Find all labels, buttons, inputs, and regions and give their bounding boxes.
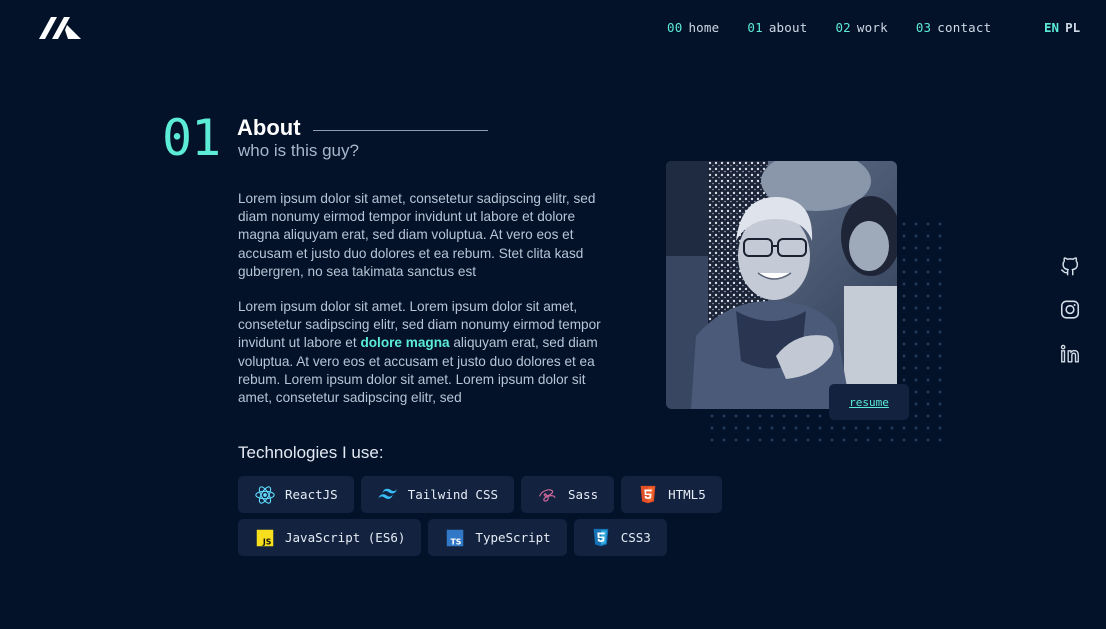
tech-row: JS JavaScript (ES6) TS TypeScript CSS3 bbox=[238, 519, 667, 556]
html5-icon bbox=[640, 485, 656, 503]
section-title: About bbox=[237, 115, 301, 140]
highlight-text: dolore magna bbox=[360, 335, 450, 351]
tech-chip-html5: HTML5 bbox=[621, 476, 722, 513]
sass-icon bbox=[539, 488, 556, 502]
section-number: 01 bbox=[162, 109, 221, 167]
nav-work[interactable]: 02 work bbox=[835, 20, 887, 35]
github-link[interactable] bbox=[1058, 255, 1082, 277]
language-switcher: EN PL bbox=[1044, 20, 1080, 35]
profile-photo bbox=[666, 161, 897, 409]
tech-chip-sass: Sass bbox=[521, 476, 615, 513]
technologies-title: Technologies I use: bbox=[238, 443, 384, 462]
section-subtitle: who is this guy? bbox=[238, 141, 359, 160]
linkedin-icon bbox=[1060, 344, 1079, 363]
lang-en[interactable]: EN bbox=[1044, 20, 1059, 35]
tech-chip-react: ReactJS bbox=[238, 476, 354, 513]
github-icon bbox=[1061, 257, 1079, 276]
social-links bbox=[1058, 255, 1082, 365]
about-paragraph-1: Lorem ipsum dolor sit amet, consetetur s… bbox=[238, 191, 596, 279]
brand-logo-icon[interactable] bbox=[38, 16, 82, 40]
tech-row: ReactJS Tailwind CSS Sass HTML5 bbox=[238, 476, 722, 513]
linkedin-link[interactable] bbox=[1058, 343, 1082, 365]
tech-chip-css3: CSS3 bbox=[573, 519, 667, 556]
svg-text:JS: JS bbox=[262, 537, 272, 546]
tech-chip-tailwind: Tailwind CSS bbox=[360, 476, 514, 513]
css3-icon bbox=[593, 528, 609, 546]
lang-pl[interactable]: PL bbox=[1065, 20, 1080, 35]
tech-chip-javascript: JS JavaScript (ES6) bbox=[238, 519, 422, 556]
svg-text:TS: TS bbox=[451, 537, 462, 546]
main-nav: 00 home 01 about 02 work 03 contact bbox=[667, 20, 991, 35]
instagram-link[interactable] bbox=[1058, 299, 1082, 321]
nav-about[interactable]: 01 about bbox=[747, 20, 807, 35]
nav-home[interactable]: 00 home bbox=[667, 20, 719, 35]
tailwind-icon bbox=[378, 488, 397, 499]
tech-chip-typescript: TS TypeScript bbox=[428, 519, 567, 556]
javascript-icon: JS bbox=[256, 529, 274, 546]
about-paragraph-2: Lorem ipsum dolor sit amet. Lorem ipsum … bbox=[238, 299, 601, 406]
instagram-icon bbox=[1060, 300, 1080, 319]
react-icon bbox=[255, 485, 275, 504]
resume-button[interactable]: resume bbox=[829, 384, 909, 420]
nav-contact[interactable]: 03 contact bbox=[916, 20, 992, 35]
section-divider bbox=[313, 130, 488, 131]
typescript-icon: TS bbox=[447, 529, 464, 546]
